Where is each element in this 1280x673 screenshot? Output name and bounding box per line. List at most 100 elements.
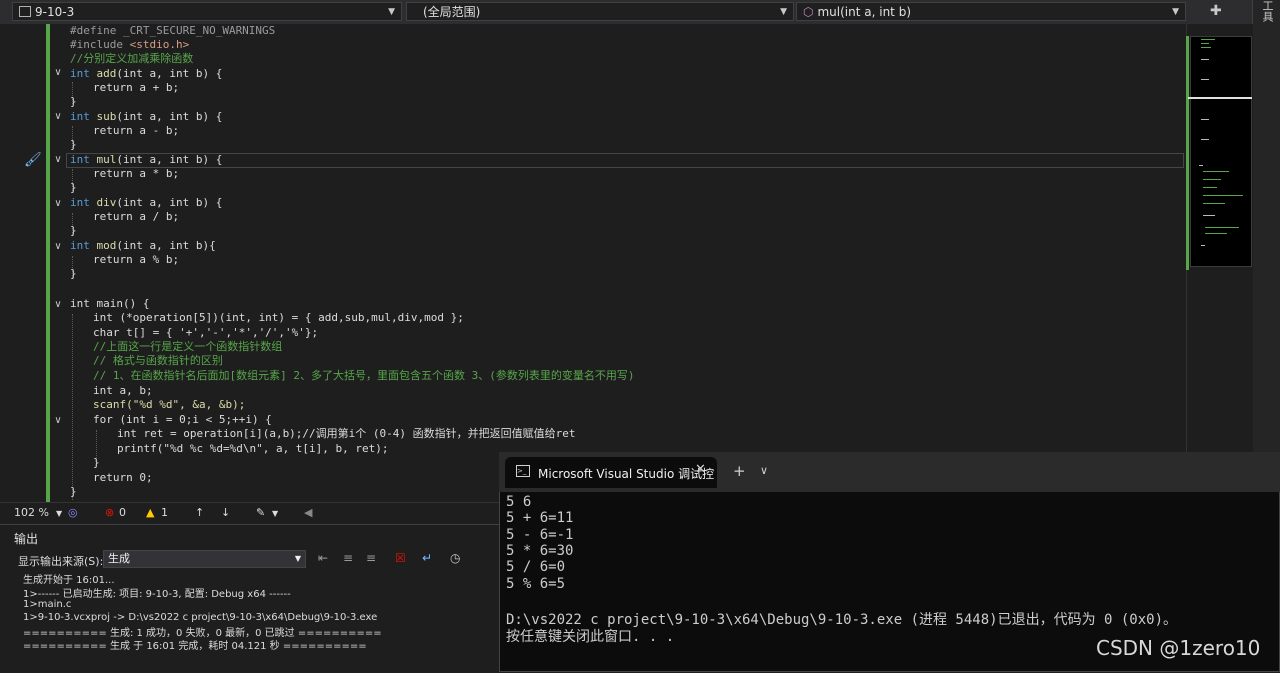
- word-wrap-icon[interactable]: ↵: [422, 551, 432, 565]
- line-gutter: [0, 24, 46, 502]
- terminal-line: 5 - 6=-1: [506, 527, 574, 543]
- close-icon[interactable]: ✕: [695, 462, 706, 477]
- terminal-line: 5 + 6=11: [506, 510, 574, 526]
- code-line: int a, b;: [93, 384, 153, 397]
- current-line-highlight: [66, 153, 1184, 168]
- output-line: 生成开始于 16:01...: [23, 575, 115, 586]
- code-line: int mod(int a, int b){: [70, 239, 216, 252]
- minimap-change-bar: [1186, 36, 1189, 270]
- fold-chevron-icon[interactable]: ∨: [53, 68, 63, 78]
- code-line: return a % b;: [93, 253, 180, 266]
- terminal-line: 按任意键关闭此窗口. . .: [506, 629, 675, 645]
- output-source-value: 生成: [108, 552, 130, 565]
- code-line: int main() {: [70, 297, 150, 310]
- minimap[interactable]: [1190, 36, 1252, 267]
- arrow-up-icon[interactable]: ↑: [195, 506, 204, 519]
- navigation-bar: 9-10-3 ▼ (全局范围) ▼ ⬡ mul(int a, int b) ▼ ✚: [0, 0, 1252, 25]
- code-line: }: [70, 181, 77, 194]
- chevron-down-icon: ▼: [388, 7, 395, 17]
- fold-chevron-icon[interactable]: ∨: [53, 300, 63, 310]
- code-line: return 0;: [93, 471, 153, 484]
- code-line: int mul(int a, int b) {: [70, 153, 223, 166]
- code-line: }: [70, 138, 77, 151]
- chevron-down-icon[interactable]: ▼: [56, 509, 62, 518]
- terminal-line: 5 % 6=5: [506, 576, 566, 592]
- new-tab-icon[interactable]: +: [733, 462, 746, 480]
- arrow-down-icon[interactable]: ↓: [221, 506, 230, 519]
- code-line: //上面这一行是定义一个函数指针数组: [93, 340, 283, 353]
- output-line: 1>9-10-3.vcxproj -> D:\vs2022 c project\…: [23, 612, 378, 623]
- zoom-level[interactable]: 102 %: [14, 506, 49, 519]
- output-panel-title: 输出: [14, 532, 39, 546]
- quick-actions-brush-icon[interactable]: 🖌: [24, 152, 42, 168]
- copilot-icon[interactable]: ◎: [68, 506, 78, 519]
- fold-chevron-icon[interactable]: ∨: [53, 112, 63, 122]
- terminal-line: 5 * 6=30: [506, 543, 574, 559]
- split-icon[interactable]: ✚: [1210, 3, 1222, 19]
- code-line: }: [70, 485, 77, 498]
- code-line: printf("%d %c %d=%d\n", a, t[i], b, ret)…: [117, 442, 389, 455]
- code-line: }: [70, 224, 77, 237]
- code-line: return a * b;: [93, 167, 180, 180]
- code-line: // 1、在函数指针名后面加[数组元素] 2、多了大括号，里面包含五个函数 3、…: [93, 369, 635, 382]
- code-line: }: [93, 456, 100, 469]
- function-dropdown[interactable]: ⬡ mul(int a, int b) ▼: [796, 2, 1186, 21]
- code-line: //分别定义加减乘除函数: [70, 52, 194, 65]
- project-icon: [19, 6, 31, 17]
- code-line: return a + b;: [93, 81, 180, 94]
- clear-all-icon[interactable]: ☒: [395, 551, 406, 565]
- code-line: #define _CRT_SECURE_NO_WARNINGS: [70, 24, 276, 37]
- code-line: // 格式与函数指针的区别: [93, 354, 223, 367]
- scroll-left-icon[interactable]: ◀: [304, 506, 312, 519]
- show-output-from-label: 显示输出来源(S):: [18, 555, 104, 568]
- scope-dropdown[interactable]: (全局范围) ▼: [406, 2, 794, 21]
- code-line: #include <stdio.h>: [70, 38, 190, 51]
- fold-chevron-icon[interactable]: ∨: [53, 199, 63, 209]
- code-line: int div(int a, int b) {: [70, 196, 223, 209]
- code-line: int ret = operation[i](a,b);//调用第i个 (0-4…: [117, 427, 576, 440]
- cleanup-brush-icon[interactable]: ✎: [256, 506, 265, 519]
- project-name: 9-10-3: [35, 5, 75, 19]
- chevron-down-icon[interactable]: ▼: [272, 509, 278, 518]
- prev-message-icon[interactable]: ≡: [343, 551, 353, 565]
- chevron-down-icon: ▼: [1172, 7, 1179, 17]
- code-editor[interactable]: 🖌 ∨ ∨ ∨ ∨ ∨ ∨ ∨ #define _CRT_SECURE_NO_W…: [0, 24, 1186, 502]
- change-indicator-bar: [46, 24, 50, 502]
- code-line: int (*operation[5])(int, int) = { add,su…: [93, 311, 464, 324]
- warning-icon[interactable]: ▲: [146, 506, 154, 519]
- cube-icon: ⬡: [803, 5, 814, 19]
- fold-chevron-icon[interactable]: ∨: [53, 155, 63, 165]
- scope-label: (全局范围): [423, 5, 481, 19]
- output-source-select[interactable]: 生成 ▼: [103, 550, 306, 568]
- output-line: 1>------ 已启动生成: 项目: 9-10-3, 配置: Debug x6…: [23, 589, 291, 600]
- code-line: char t[] = { '+','-','*','/','%'};: [93, 326, 319, 339]
- code-line: }: [70, 267, 77, 280]
- code-line: int add(int a, int b) {: [70, 67, 223, 80]
- output-line: ========== 生成 于 16:01 完成，耗时 04.121 秒 ===…: [23, 641, 367, 652]
- console-icon: >_: [516, 465, 530, 477]
- timestamp-icon[interactable]: ◷: [450, 551, 460, 565]
- chevron-down-icon: ▼: [780, 7, 787, 17]
- error-icon[interactable]: ⊗: [105, 506, 114, 519]
- minimap-viewport-line: [1188, 97, 1252, 99]
- function-name: mul(int a, int b): [817, 5, 911, 19]
- fold-chevron-icon[interactable]: ∨: [53, 242, 63, 252]
- output-line: 1>main.c: [23, 599, 72, 610]
- terminal-line: 5 / 6=0: [506, 559, 566, 575]
- code-line: return a - b;: [93, 124, 180, 137]
- toolbox-label[interactable]: 工具: [1259, 0, 1275, 22]
- code-line: int sub(int a, int b) {: [70, 110, 223, 123]
- next-message-icon[interactable]: ≡: [366, 551, 376, 565]
- warning-count: 1: [161, 506, 168, 519]
- terminal-line: 5 6: [506, 494, 532, 510]
- csdn-watermark: CSDN @1zero10: [1096, 636, 1261, 660]
- code-line: scanf("%d %d", &a, &b);: [93, 398, 246, 411]
- error-count: 0: [119, 506, 126, 519]
- fold-chevron-icon[interactable]: ∨: [53, 416, 63, 426]
- find-message-icon[interactable]: ⇤: [318, 551, 328, 565]
- code-line: return a / b;: [93, 210, 180, 223]
- chevron-down-icon: ▼: [294, 554, 301, 563]
- chevron-down-icon[interactable]: ∨: [760, 464, 768, 477]
- project-dropdown[interactable]: 9-10-3 ▼: [12, 2, 402, 21]
- code-line: for (int i = 0;i < 5;++i) {: [93, 413, 272, 426]
